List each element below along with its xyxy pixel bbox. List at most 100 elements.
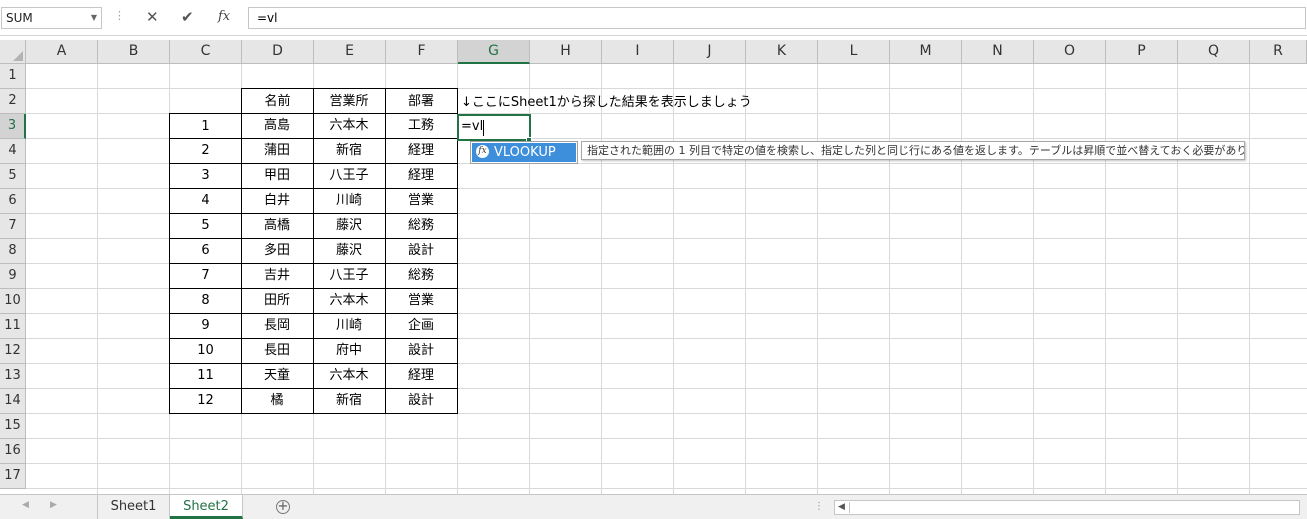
row-header-9[interactable]: 9	[0, 264, 26, 289]
table-cell[interactable]: 八王子	[313, 263, 386, 289]
table-index-cell[interactable]: 12	[169, 388, 242, 414]
tab-scroll-left-icon[interactable]: ◀	[22, 500, 29, 510]
table-cell[interactable]: 蒲田	[241, 138, 314, 164]
table-cell[interactable]: 白井	[241, 188, 314, 214]
row-header-14[interactable]: 14	[0, 389, 26, 414]
table-cell[interactable]: 甲田	[241, 163, 314, 189]
table-index-cell[interactable]: 5	[169, 213, 242, 239]
table-header-cell[interactable]: 名前	[241, 88, 314, 114]
row-header-13[interactable]: 13	[0, 364, 26, 389]
autocomplete-item-vlookup[interactable]: fx VLOOKUP	[472, 143, 576, 162]
column-header-p[interactable]: P	[1106, 40, 1178, 64]
column-header-a[interactable]: A	[26, 40, 98, 64]
column-header-h[interactable]: H	[530, 40, 602, 64]
split-handle-icon[interactable]: ⋮	[814, 501, 824, 512]
insert-function-icon[interactable]: fx	[218, 9, 230, 24]
cancel-icon[interactable]: ✕	[146, 8, 159, 26]
table-cell[interactable]: 工務	[385, 113, 458, 139]
scrollbar-thumb[interactable]	[849, 502, 1290, 513]
tab-sheet1[interactable]: Sheet1	[97, 495, 170, 519]
row-header-10[interactable]: 10	[0, 289, 26, 314]
horizontal-scrollbar[interactable]: ◀	[834, 500, 1300, 515]
column-header-d[interactable]: D	[242, 40, 314, 64]
table-cell[interactable]: 設計	[385, 338, 458, 364]
tab-scroll-right-icon[interactable]: ▶	[50, 500, 57, 510]
column-header-q[interactable]: Q	[1178, 40, 1250, 64]
table-cell[interactable]: 藤沢	[313, 213, 386, 239]
table-cell[interactable]: 営業	[385, 188, 458, 214]
table-cell[interactable]: 経理	[385, 163, 458, 189]
table-index-cell[interactable]: 10	[169, 338, 242, 364]
table-cell[interactable]: 川崎	[313, 313, 386, 339]
column-header-r[interactable]: R	[1250, 40, 1307, 64]
table-cell[interactable]: 設計	[385, 238, 458, 264]
chevron-down-icon[interactable]: ▼	[91, 13, 97, 22]
table-cell[interactable]: 高橋	[241, 213, 314, 239]
table-cell[interactable]: 六本木	[313, 113, 386, 139]
table-index-cell[interactable]: 7	[169, 263, 242, 289]
column-header-i[interactable]: I	[602, 40, 674, 64]
table-cell[interactable]: 八王子	[313, 163, 386, 189]
select-all-corner[interactable]	[0, 40, 26, 64]
table-cell[interactable]: 六本木	[313, 288, 386, 314]
row-header-11[interactable]: 11	[0, 314, 26, 339]
row-header-6[interactable]: 6	[0, 189, 26, 214]
column-header-c[interactable]: C	[170, 40, 242, 64]
column-header-g[interactable]: G	[458, 40, 530, 64]
table-index-cell[interactable]: 2	[169, 138, 242, 164]
table-cell[interactable]: 府中	[313, 338, 386, 364]
table-index-cell[interactable]: 6	[169, 238, 242, 264]
table-cell[interactable]: 長岡	[241, 313, 314, 339]
row-header-1[interactable]: 1	[0, 64, 26, 89]
table-index-cell[interactable]: 1	[169, 113, 242, 139]
row-header-5[interactable]: 5	[0, 164, 26, 189]
table-cell[interactable]: 新宿	[313, 388, 386, 414]
table-cell[interactable]: 吉井	[241, 263, 314, 289]
row-header-2[interactable]: 2	[0, 89, 26, 114]
column-header-j[interactable]: J	[674, 40, 746, 64]
table-index-cell[interactable]: 3	[169, 163, 242, 189]
row-header-8[interactable]: 8	[0, 239, 26, 264]
column-header-f[interactable]: F	[386, 40, 458, 64]
table-cell[interactable]: 新宿	[313, 138, 386, 164]
table-cell[interactable]: 企画	[385, 313, 458, 339]
column-header-k[interactable]: K	[746, 40, 818, 64]
tab-sheet2[interactable]: Sheet2	[170, 495, 243, 519]
row-header-12[interactable]: 12	[0, 339, 26, 364]
column-header-n[interactable]: N	[962, 40, 1034, 64]
column-header-b[interactable]: B	[98, 40, 170, 64]
table-index-cell[interactable]: 4	[169, 188, 242, 214]
table-cell[interactable]: 藤沢	[313, 238, 386, 264]
row-header-4[interactable]: 4	[0, 139, 26, 164]
table-header-cell[interactable]: 部署	[385, 88, 458, 114]
table-cell[interactable]: 総務	[385, 213, 458, 239]
table-cell[interactable]: 経理	[385, 138, 458, 164]
table-header-cell[interactable]: 営業所	[313, 88, 386, 114]
table-index-cell[interactable]: 11	[169, 363, 242, 389]
table-cell[interactable]: 設計	[385, 388, 458, 414]
column-header-o[interactable]: O	[1034, 40, 1106, 64]
table-cell[interactable]: 経理	[385, 363, 458, 389]
table-cell[interactable]: 営業	[385, 288, 458, 314]
row-header-7[interactable]: 7	[0, 214, 26, 239]
enter-icon[interactable]: ✔	[181, 8, 194, 26]
table-cell[interactable]: 六本木	[313, 363, 386, 389]
table-cell[interactable]: 総務	[385, 263, 458, 289]
table-index-cell[interactable]: 9	[169, 313, 242, 339]
table-cell[interactable]: 多田	[241, 238, 314, 264]
row-header-17[interactable]: 17	[0, 464, 26, 489]
row-header-16[interactable]: 16	[0, 439, 26, 464]
table-cell[interactable]: 長田	[241, 338, 314, 364]
scroll-left-icon[interactable]: ◀	[838, 502, 845, 512]
column-header-m[interactable]: M	[890, 40, 962, 64]
table-cell[interactable]: 川崎	[313, 188, 386, 214]
table-cell[interactable]: 高島	[241, 113, 314, 139]
name-box[interactable]: SUM ▼	[1, 7, 102, 29]
table-cell[interactable]: 田所	[241, 288, 314, 314]
table-cell[interactable]: 橘	[241, 388, 314, 414]
row-header-3[interactable]: 3	[0, 114, 26, 139]
table-cell[interactable]: 天童	[241, 363, 314, 389]
column-header-l[interactable]: L	[818, 40, 890, 64]
drag-handle-icon[interactable]: ⋮	[114, 9, 125, 22]
formula-input[interactable]: =vl	[248, 7, 1306, 29]
